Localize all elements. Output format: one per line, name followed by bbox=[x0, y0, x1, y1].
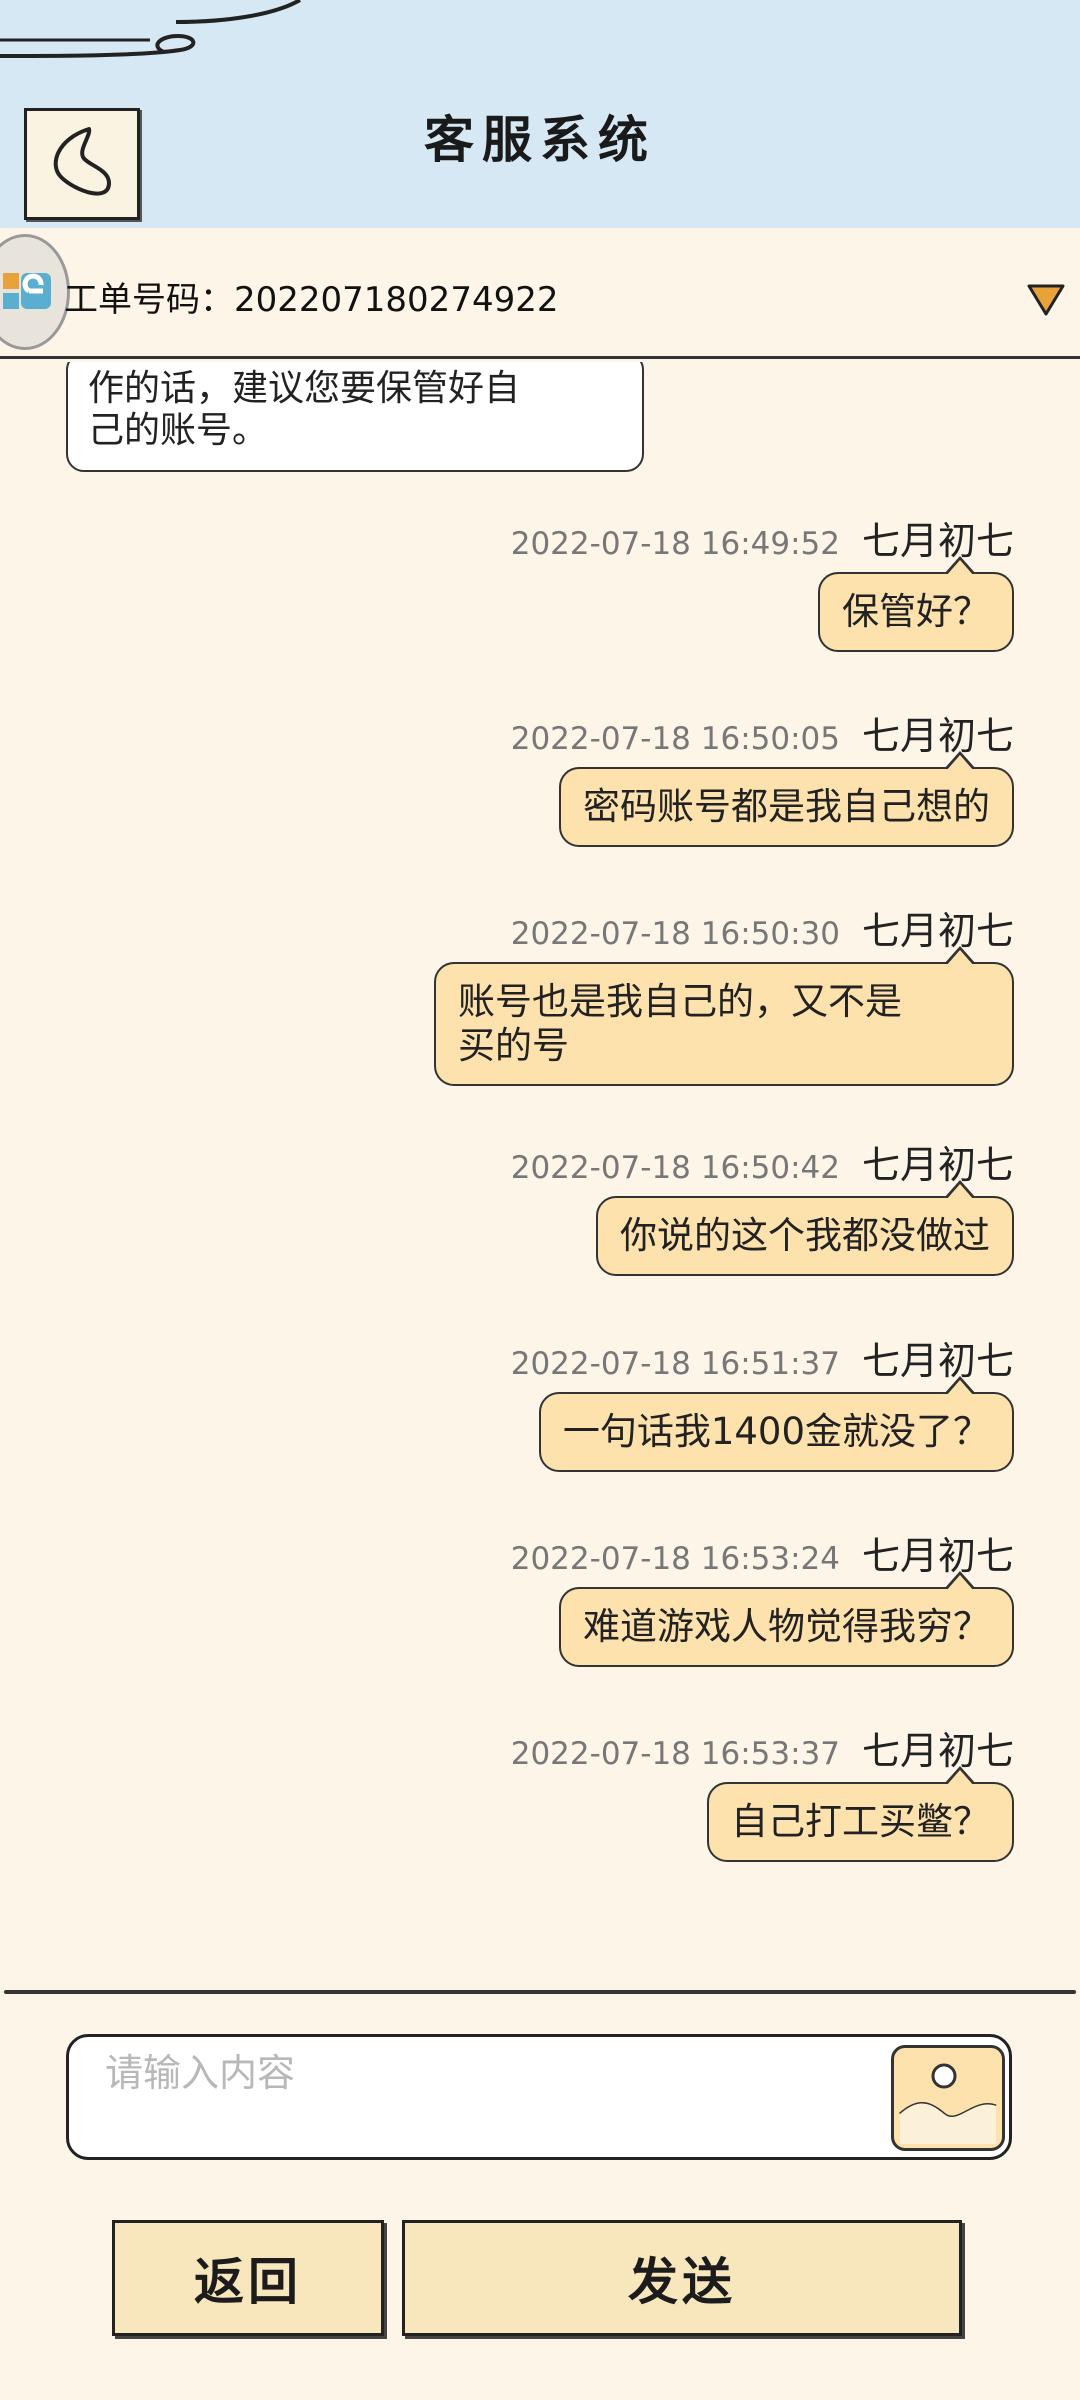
message-text-line: 买的号 bbox=[458, 1024, 569, 1067]
sender-name: 七月初七 bbox=[861, 714, 1014, 758]
sender-name: 七月初七 bbox=[861, 1339, 1014, 1383]
message-text-line: 账号也是我自己的，又不是 bbox=[458, 980, 902, 1023]
sender-name: 七月初七 bbox=[861, 1729, 1014, 1773]
sender-name: 七月初七 bbox=[861, 1143, 1014, 1187]
outgoing-message: 2022-07-18 16:51:37 七月初七 一句话我1400金就没了？ bbox=[114, 1330, 1014, 1472]
message-time: 2022-07-18 16:49:52 bbox=[510, 526, 840, 562]
message-text-line: 己的账号。 bbox=[88, 410, 269, 451]
message-bubble: 你说的这个我都没做过 bbox=[596, 1180, 1014, 1276]
image-icon bbox=[899, 2063, 997, 2144]
message-input[interactable] bbox=[103, 2045, 907, 2101]
page-title: 客服系统 bbox=[424, 110, 656, 169]
sender-name: 七月初七 bbox=[861, 1534, 1014, 1578]
message-time: 2022-07-18 16:53:24 bbox=[510, 1541, 840, 1577]
message-time: 2022-07-18 16:50:30 bbox=[510, 916, 840, 952]
back-text-button[interactable]: 返回 bbox=[112, 2220, 384, 2336]
message-time: 2022-07-18 16:53:37 bbox=[510, 1736, 840, 1772]
incoming-message-bubble: 作的话，建议您要保管好自 己的账号。 bbox=[66, 362, 644, 472]
message-time: 2022-07-18 16:51:37 bbox=[510, 1346, 840, 1382]
sender-name: 七月初七 bbox=[861, 519, 1014, 563]
service-logo-icon bbox=[3, 273, 51, 309]
ticket-number: 工单号码：202207180274922 bbox=[64, 280, 559, 320]
outgoing-message: 2022-07-18 16:53:24 七月初七 难道游戏人物觉得我穷？ bbox=[114, 1525, 1014, 1667]
sender-name: 七月初七 bbox=[861, 909, 1014, 953]
outgoing-message: 2022-07-18 16:53:37 七月初七 自己打工买鳖？ bbox=[114, 1720, 1014, 1862]
service-avatar bbox=[0, 234, 70, 350]
outgoing-message: 2022-07-18 16:50:05 七月初七 密码账号都是我自己想的 bbox=[114, 705, 1014, 847]
outgoing-message: 2022-07-18 16:50:30 七月初七 账号也是我自己的，又不是 买的… bbox=[114, 900, 1014, 1086]
message-time: 2022-07-18 16:50:05 bbox=[510, 721, 840, 757]
outgoing-message: 2022-07-18 16:50:42 七月初七 你说的这个我都没做过 bbox=[114, 1134, 1014, 1276]
composer bbox=[66, 2034, 1012, 2160]
message-bubble: 一句话我1400金就没了？ bbox=[538, 1376, 1014, 1472]
chat-area[interactable]: 作的话，建议您要保管好自 己的账号。 2022-07-18 16:49:52 七… bbox=[0, 362, 1080, 1990]
scroll-decoration bbox=[0, 0, 302, 58]
ticket-bar: 工单号码：202207180274922 bbox=[0, 228, 1080, 359]
message-bubble: 密码账号都是我自己想的 bbox=[559, 751, 1014, 847]
message-bubble: 自己打工买鳖？ bbox=[707, 1766, 1014, 1862]
message-bubble: 保管好？ bbox=[818, 556, 1014, 652]
outgoing-message: 2022-07-18 16:49:52 七月初七 保管好？ bbox=[114, 510, 1014, 652]
header-bar: 客服系统 bbox=[0, 0, 1080, 228]
message-bubble: 账号也是我自己的，又不是 买的号 bbox=[434, 946, 1014, 1086]
divider bbox=[4, 1990, 1076, 1994]
send-button[interactable]: 发送 bbox=[402, 2220, 962, 2336]
image-button[interactable] bbox=[891, 2045, 1005, 2151]
message-text-line: 作的话，建议您要保管好自 bbox=[88, 368, 521, 409]
triangle-down-icon[interactable] bbox=[1026, 282, 1066, 318]
message-time: 2022-07-18 16:50:42 bbox=[510, 1150, 840, 1186]
message-bubble: 难道游戏人物觉得我穷？ bbox=[559, 1571, 1014, 1667]
